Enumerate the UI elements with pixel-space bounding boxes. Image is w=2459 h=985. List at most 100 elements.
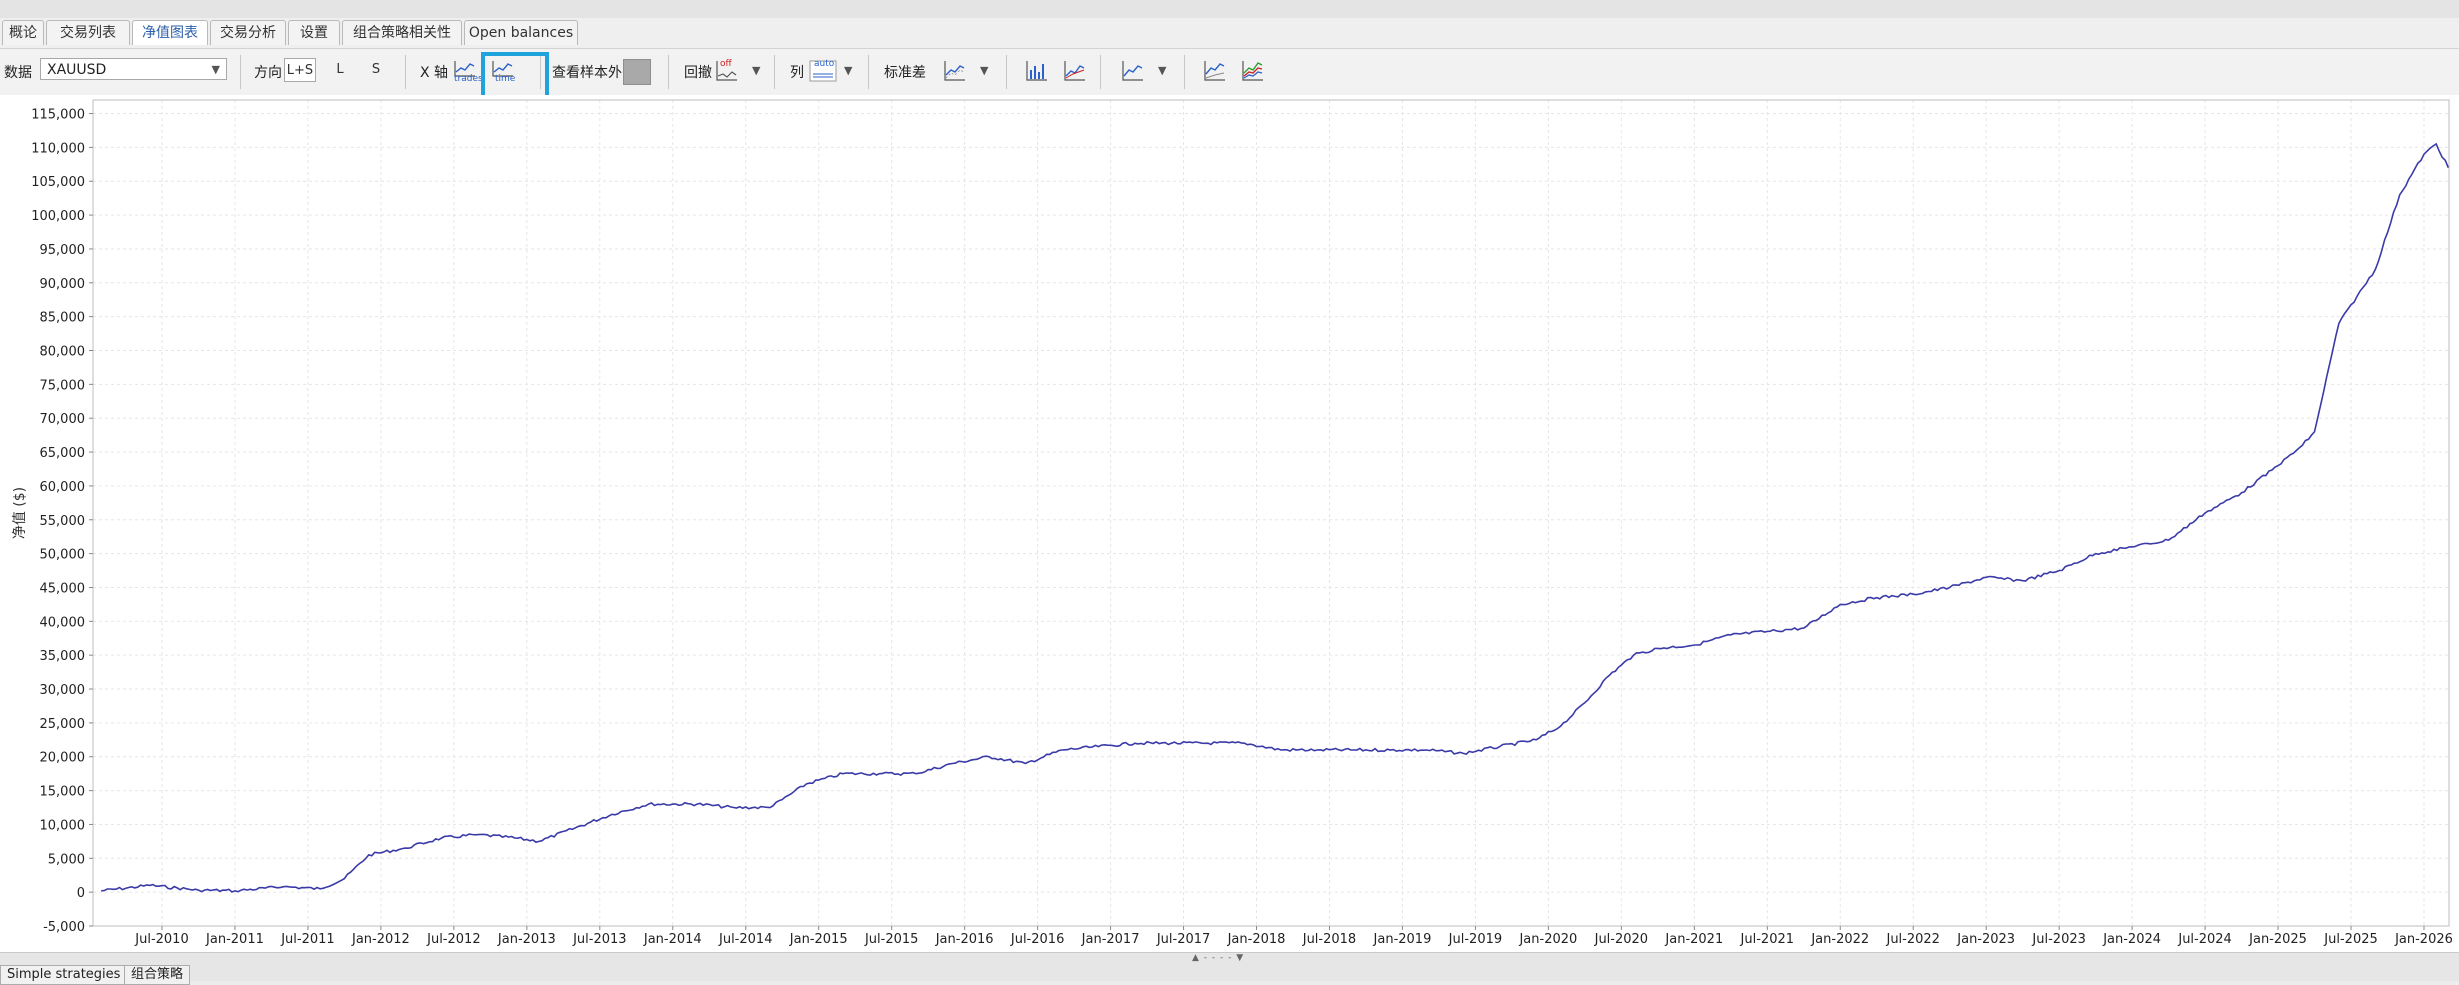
drawdown-label: 回撤 (684, 65, 712, 81)
red-line-chart-icon (1064, 61, 1085, 81)
chart-toolbar: 数据 XAUUSD ▼ 方向 L+S L S X 轴 trades time 查… (0, 48, 2459, 96)
plot-frame (92, 99, 2450, 927)
x-tick-label: Jan-2024 (2102, 932, 2161, 947)
x-tick-label: Jan-2016 (935, 932, 994, 947)
y-tick-label: 10,000 (40, 818, 86, 833)
toolbar-divider (405, 55, 406, 89)
x-tick-label: Jul-2011 (280, 932, 334, 947)
x-tick-label: Jan-2025 (2248, 932, 2307, 947)
x-tick-label: Jan-2026 (2394, 932, 2453, 947)
x-tick-label: Jan-2012 (351, 932, 410, 947)
x-tick-label: Jan-2023 (1956, 932, 2015, 947)
balance-line-view-button[interactable] (1060, 57, 1090, 85)
compare-chart-button[interactable] (1200, 57, 1230, 85)
y-tick-label: 95,000 (40, 243, 86, 258)
tab-equity-chart[interactable]: 净值图表 (132, 20, 208, 45)
bar-chart-icon (1026, 61, 1047, 81)
line-style-button[interactable] (1118, 57, 1148, 85)
std-dev-dropdown-icon[interactable]: ▼ (980, 64, 988, 77)
direction-long-button[interactable]: L (330, 58, 350, 82)
xaxis-time-button[interactable]: time (488, 57, 518, 85)
x-tick-label: Jul-2010 (134, 932, 188, 947)
x-tick-label: Jul-2024 (2177, 932, 2231, 947)
line-style-dropdown-icon[interactable]: ▼ (1158, 64, 1166, 77)
columns-dropdown-icon[interactable]: ▼ (844, 64, 852, 77)
y-tick-label: 55,000 (40, 514, 86, 529)
data-label: 数据 (4, 65, 32, 81)
columns-state-caption: auto (814, 59, 835, 69)
x-tick-label: Jul-2025 (2323, 932, 2377, 947)
y-tick-label: 35,000 (40, 649, 86, 664)
x-axis-ticks: Jul-2010 Jan-2011 Jul-2011 Jan-2012 Jul-2012… (134, 926, 2453, 947)
tab-trade-analysis[interactable]: 交易分析 (210, 20, 286, 45)
x-tick-label: Jan-2017 (1081, 932, 1140, 947)
x-tick-label: Jan-2014 (643, 932, 702, 947)
toolbar-divider (1184, 55, 1185, 89)
x-tick-label: Jan-2011 (205, 932, 264, 947)
multi-series-button[interactable] (1238, 57, 1268, 85)
chart-gridlines (93, 100, 2449, 927)
drawdown-toggle-button[interactable]: off (712, 57, 742, 85)
x-tick-label: Jul-2012 (426, 932, 480, 947)
y-tick-label: 0 (77, 886, 85, 901)
direction-short-button[interactable]: S (366, 58, 386, 82)
toolbar-divider (1100, 55, 1101, 89)
panel-splitter-handle[interactable]: ▲ - - - - ▼ (1192, 953, 1244, 963)
x-tick-label: Jul-2021 (1740, 932, 1794, 947)
drawdown-state-caption: off (720, 59, 732, 69)
tab-open-balances[interactable]: Open balances (464, 20, 578, 45)
y-tick-label: 100,000 (31, 209, 85, 224)
y-tick-label: 65,000 (40, 446, 86, 461)
x-tick-label: Jan-2018 (1227, 932, 1286, 947)
y-tick-label: 110,000 (31, 141, 85, 156)
tab-portfolio-correlation[interactable]: 组合策略相关性 (342, 20, 462, 45)
tab-trade-list[interactable]: 交易列表 (46, 20, 130, 45)
equity-line-series (101, 142, 2450, 893)
equity-chart-area: 115,000 110,000 105,000 100,000 95,000 90,000… (0, 95, 2459, 952)
tab-overview[interactable]: 概论 (2, 20, 44, 45)
x-tick-label: Jan-2015 (789, 932, 848, 947)
y-tick-label: 105,000 (31, 175, 85, 190)
tab-portfolio-strategies[interactable]: 组合策略 (124, 965, 191, 985)
x-tick-label: Jan-2013 (497, 932, 556, 947)
xaxis-trades-button[interactable]: trades (450, 57, 483, 85)
columns-auto-button[interactable]: auto (806, 57, 840, 85)
x-tick-label: Jul-2016 (1010, 932, 1064, 947)
bar-chart-view-button[interactable] (1022, 57, 1052, 85)
y-tick-label: 5,000 (48, 852, 85, 867)
x-tick-label: Jan-2019 (1373, 932, 1432, 947)
x-tick-label: Jan-2020 (1518, 932, 1577, 947)
std-dev-chart-icon (944, 61, 965, 81)
xaxis-label: X 轴 (420, 65, 449, 81)
std-dev-button[interactable] (940, 57, 970, 85)
x-tick-label: Jul-2023 (2031, 932, 2085, 947)
xaxis-time-caption: time (495, 74, 516, 84)
out-of-sample-label: 查看样本外 (552, 65, 622, 81)
xaxis-trades-caption: trades (454, 74, 483, 84)
y-tick-label: 25,000 (40, 717, 86, 732)
y-axis-label: 净值 ($) (12, 487, 28, 539)
x-tick-label: Jul-2015 (864, 932, 918, 947)
y-tick-label: 90,000 (40, 277, 86, 292)
tab-simple-strategies[interactable]: Simple strategies (0, 965, 128, 985)
x-tick-label: Jul-2018 (1302, 932, 1356, 947)
y-tick-label: 15,000 (40, 785, 86, 800)
data-symbol-select[interactable]: XAUUSD ▼ (40, 58, 227, 80)
drawdown-dropdown-icon[interactable]: ▼ (752, 64, 760, 77)
y-tick-label: -5,000 (43, 920, 85, 935)
tab-settings[interactable]: 设置 (288, 20, 340, 45)
toolbar-divider (668, 55, 669, 89)
x-tick-label: Jul-2020 (1594, 932, 1648, 947)
out-of-sample-toggle[interactable] (623, 59, 651, 85)
std-dev-label: 标准差 (884, 65, 926, 81)
direction-label: 方向 (254, 65, 282, 81)
bottom-bar: ▲ - - - - ▼ Simple strategies 组合策略 (0, 952, 2459, 985)
y-axis-ticks: 115,000 110,000 105,000 100,000 95,000 90,000… (31, 108, 93, 935)
y-tick-label: 50,000 (40, 548, 86, 563)
data-symbol-value: XAUUSD (47, 62, 107, 78)
toolbar-divider (540, 55, 541, 89)
direction-long-short-button[interactable]: L+S (284, 58, 316, 82)
toolbar-divider (1006, 55, 1007, 89)
y-tick-label: 70,000 (40, 412, 86, 427)
toolbar-divider (774, 55, 775, 89)
